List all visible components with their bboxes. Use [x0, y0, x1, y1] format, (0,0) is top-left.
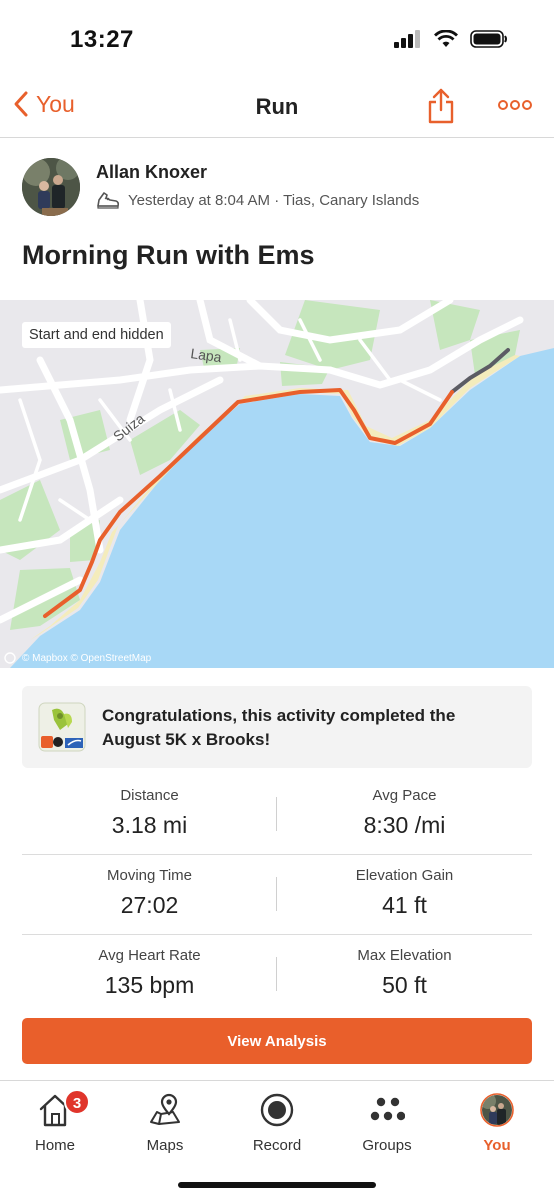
more-icon: [498, 100, 532, 110]
stat-label: Moving Time: [106, 867, 193, 884]
shoe-icon: [97, 192, 120, 209]
stat-label: Avg Pace: [372, 787, 437, 804]
map-credit-text: © Mapbox © OpenStreetMap: [22, 652, 152, 664]
challenge-text: Congratulations, this activity completed…: [102, 706, 456, 749]
activity-meta: Yesterday at 8:04 AM · Tias, Canary Isla…: [96, 190, 419, 210]
stat-label: Elevation Gain: [355, 867, 454, 884]
avatar-photo: [22, 158, 80, 216]
athlete-name[interactable]: Allan Knoxer: [96, 162, 207, 183]
stat-value: 27:02: [120, 892, 179, 918]
map-attribution: © Mapbox © OpenStreetMap: [4, 652, 151, 664]
activity-title: Morning Run with Ems: [22, 240, 315, 270]
status-icons: [394, 30, 508, 48]
battery-icon: [470, 30, 507, 48]
stat-label: Distance: [120, 787, 179, 804]
share-icon: [428, 88, 454, 124]
stat-value: 50 ft: [382, 972, 427, 998]
stats-grid: Distance 3.18 mi Avg Pace 8:30 /mi Movin…: [22, 775, 532, 1015]
tab-label: Maps: [146, 1137, 184, 1154]
athlete-header: Allan Knoxer Yesterday at 8:04 AM · Tias…: [22, 158, 532, 218]
share-button[interactable]: [428, 88, 454, 129]
mapbox-logo-icon: [4, 652, 16, 664]
tab-bar: 3 Home Maps Record Groups You: [0, 1080, 554, 1200]
tab-label: Record: [252, 1137, 302, 1154]
stat-label: Max Elevation: [357, 947, 452, 964]
tab-label: You: [483, 1137, 511, 1154]
tab-home[interactable]: 3 Home: [0, 1089, 110, 1161]
cellular-signal-icon: [394, 30, 420, 48]
stat-value: 135 bpm: [104, 972, 195, 998]
challenge-badge-icon: [38, 702, 86, 752]
profile-avatar: [480, 1093, 514, 1127]
route-map[interactable]: Lapa Suiza Start and end hidden © Mapbox…: [0, 300, 554, 668]
map-pin-icon: [150, 1093, 180, 1125]
stat-value: 41 ft: [382, 892, 427, 918]
activity-datetime-location: Yesterday at 8:04 AM · Tias, Canary Isla…: [128, 191, 420, 209]
stat-elevation-gain: Elevation Gain 41 ft: [277, 867, 532, 919]
tab-you[interactable]: You: [442, 1089, 552, 1161]
notification-badge: 3: [64, 1089, 90, 1115]
avatar[interactable]: [22, 158, 80, 216]
stat-moving-time: Moving Time 27:02: [22, 867, 277, 919]
stat-avg-pace: Avg Pace 8:30 /mi: [277, 787, 532, 839]
more-options-button[interactable]: [498, 98, 532, 116]
status-bar: 13:27: [0, 0, 554, 78]
view-analysis-button[interactable]: View Analysis: [22, 1018, 532, 1064]
map-canvas: Lapa Suiza: [0, 300, 554, 668]
map-privacy-label: Start and end hidden: [22, 322, 171, 348]
tab-label: Home: [34, 1137, 75, 1154]
nav-header: You Run: [0, 78, 554, 138]
groups-icon: [370, 1097, 405, 1121]
stat-label: Avg Heart Rate: [98, 947, 201, 964]
tab-maps[interactable]: Maps: [110, 1089, 220, 1161]
stat-value: 8:30 /mi: [363, 812, 446, 838]
stat-row: Moving Time 27:02 Elevation Gain 41 ft: [22, 855, 532, 935]
stat-distance: Distance 3.18 mi: [22, 787, 277, 839]
tab-label: Groups: [362, 1137, 412, 1154]
home-indicator: [178, 1182, 376, 1188]
record-icon: [260, 1093, 294, 1127]
wifi-icon: [434, 30, 458, 47]
stat-max-elevation: Max Elevation 50 ft: [277, 947, 532, 999]
stat-row: Distance 3.18 mi Avg Pace 8:30 /mi: [22, 775, 532, 855]
stat-row: Avg Heart Rate 135 bpm Max Elevation 50 …: [22, 935, 532, 1015]
tab-record[interactable]: Record: [222, 1089, 332, 1161]
challenge-card[interactable]: Congratulations, this activity completed…: [22, 686, 532, 768]
stat-value: 3.18 mi: [111, 812, 188, 838]
page-title: Run: [255, 94, 299, 119]
status-time: 13:27: [70, 26, 134, 53]
tab-groups[interactable]: Groups: [332, 1089, 442, 1161]
stat-avg-heart-rate: Avg Heart Rate 135 bpm: [22, 947, 277, 999]
